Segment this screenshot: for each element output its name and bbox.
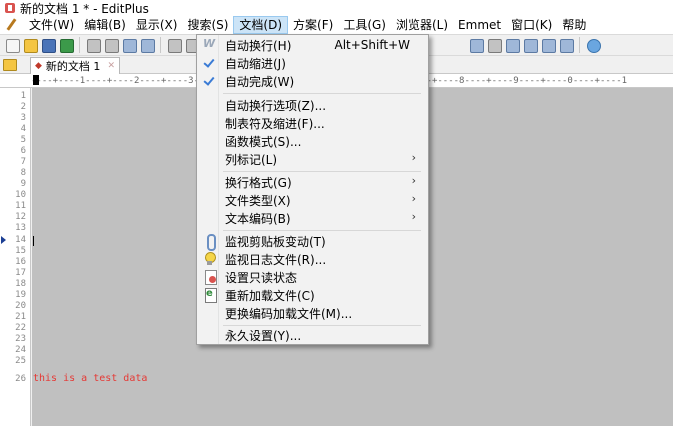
menu-item-column-marker[interactable]: 列标记(L) › (199, 150, 426, 168)
menu-project[interactable]: 方案(F) (288, 16, 338, 34)
text-cursor (33, 236, 34, 246)
spellcheck-icon[interactable] (121, 37, 137, 53)
folder-icon[interactable] (3, 59, 17, 71)
check-icon (199, 54, 221, 72)
submenu-arrow-icon: › (411, 151, 416, 164)
menu-tools[interactable]: 工具(G) (338, 16, 391, 34)
menu-bar: 文件(W) 编辑(B) 显示(X) 搜索(S) 文档(D) 方案(F) 工具(G… (0, 16, 673, 34)
menu-item-line-format[interactable]: 换行格式(G) › (199, 173, 426, 191)
cut-icon[interactable] (166, 37, 182, 53)
line-number: 26 (15, 374, 26, 384)
tab-label: 新的文档 1 (45, 60, 101, 73)
toolbar-separator (79, 37, 80, 53)
menu-item-function-pattern[interactable]: 函数模式(S)... (199, 132, 426, 150)
menu-item-text-encoding[interactable]: 文本编码(B) › (199, 209, 426, 227)
menu-edit[interactable]: 编辑(B) (79, 16, 131, 34)
editplus-app-icon (4, 2, 16, 14)
pen-icon (4, 18, 18, 32)
ruler-cursor-marker (33, 75, 39, 85)
settings-gear-icon[interactable] (486, 37, 502, 53)
menu-item-word-wrap[interactable]: 自动换行(H) Alt+Shift+W (199, 36, 426, 54)
read-only-document-icon (199, 268, 221, 286)
new-file-icon[interactable] (4, 37, 20, 53)
submenu-arrow-icon: › (411, 192, 416, 205)
open-file-icon[interactable] (22, 37, 38, 53)
title-bar: 新的文档 1 * - EditPlus (0, 0, 673, 16)
reload-document-icon (199, 286, 221, 304)
close-tab-icon[interactable]: ✕ (107, 61, 115, 71)
submenu-arrow-icon: › (411, 174, 416, 187)
menu-separator (223, 93, 421, 94)
menu-item-permanent-settings[interactable]: 永久设置(Y)... (199, 326, 426, 344)
save-icon[interactable] (40, 37, 56, 53)
layout-right-icon[interactable] (522, 37, 538, 53)
help-icon[interactable] (585, 37, 601, 53)
window-title: 新的文档 1 * - EditPlus (20, 1, 149, 16)
menu-browser[interactable]: 浏览器(L) (391, 16, 453, 34)
menu-item-reload-with-encoding[interactable]: 更换编码加载文件(M)... (199, 304, 426, 322)
browser-icon[interactable] (139, 37, 155, 53)
menu-document[interactable]: 文档(D) (233, 16, 289, 34)
menu-search[interactable]: 搜索(S) (182, 16, 233, 34)
line-number: 13 (15, 223, 26, 233)
menu-item-wrap-options[interactable]: 自动换行选项(Z)... (199, 96, 426, 114)
save-all-icon[interactable] (58, 37, 74, 53)
print-icon[interactable] (103, 37, 119, 53)
wrap-w-icon (199, 36, 221, 54)
menu-item-auto-indent[interactable]: 自动缩进(J) (199, 54, 426, 72)
menu-item-set-read-only[interactable]: 设置只读状态 (199, 268, 426, 286)
paperclip-icon (199, 232, 221, 251)
line-number: 25 (15, 356, 26, 366)
menu-separator (223, 171, 421, 172)
menu-item-monitor-log-file[interactable]: 监视日志文件(R)... (199, 250, 426, 268)
menu-item-file-type[interactable]: 文件类型(X) › (199, 191, 426, 209)
menu-help[interactable]: 帮助 (557, 16, 591, 34)
submenu-arrow-icon: › (411, 210, 416, 223)
editor-line-26[interactable]: this is a test data (33, 373, 147, 384)
menu-window[interactable]: 窗口(K) (506, 16, 557, 34)
menu-item-reload-file[interactable]: 重新加载文件(C) (199, 286, 426, 304)
menu-file[interactable]: 文件(W) (24, 16, 79, 34)
check-icon (199, 72, 221, 90)
menu-emmet[interactable]: Emmet (453, 16, 506, 34)
toolbar-separator (579, 37, 580, 53)
menu-item-monitor-clipboard[interactable]: 监视剪贴板变动(T) (199, 232, 426, 251)
line-number-gutter: 1 2 3 4 5 6 7 8 9 10 11 12 13 14 15 16 1… (0, 88, 31, 426)
lightbulb-icon (199, 250, 221, 268)
document-menu-dropdown: 自动换行(H) Alt+Shift+W 自动缩进(J) 自动完成(W) 自动换行… (196, 34, 429, 345)
menu-separator (223, 230, 421, 231)
menu-item-tab-indent[interactable]: 制表符及缩进(F)... (199, 114, 426, 132)
layout-left-icon[interactable] (504, 37, 520, 53)
view-toggle-icon[interactable] (468, 37, 484, 53)
menu-view[interactable]: 显示(X) (131, 16, 183, 34)
toolbar-separator (160, 37, 161, 53)
document-modified-icon: ◆ (35, 61, 42, 71)
menu-item-auto-complete[interactable]: 自动完成(W) (199, 72, 426, 90)
panel-icon[interactable] (540, 37, 556, 53)
window-icon[interactable] (558, 37, 574, 53)
ruler-corner (0, 74, 31, 88)
shortcut-label: Alt+Shift+W (334, 38, 411, 52)
tab-new-document-1[interactable]: ◆ 新的文档 1 ✕ (30, 57, 120, 74)
print-preview-icon[interactable] (85, 37, 101, 53)
